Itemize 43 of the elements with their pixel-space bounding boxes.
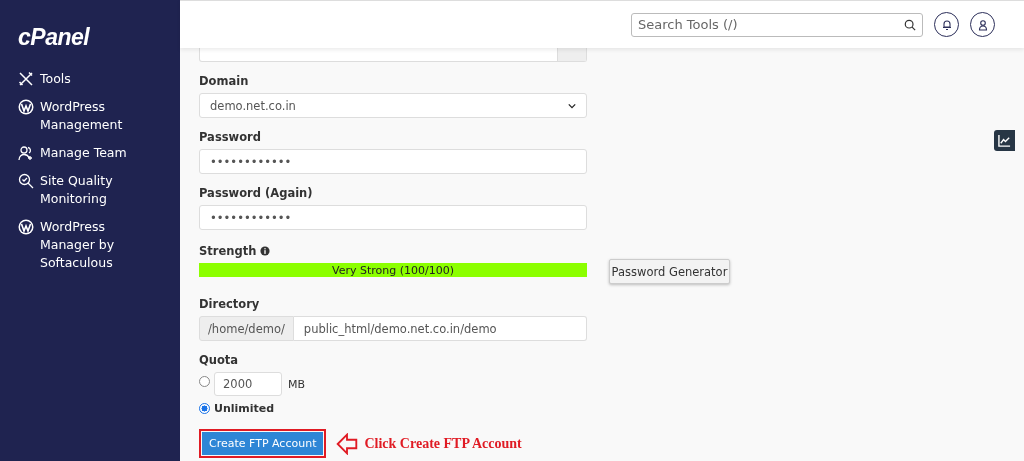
field-label: Strength xyxy=(199,244,257,258)
search-icon xyxy=(904,18,916,31)
field-label: Quota xyxy=(199,353,239,367)
wordpress-icon xyxy=(18,99,34,115)
chart-icon xyxy=(998,134,1011,147)
cpanel-logo: cPanel xyxy=(18,24,90,50)
option-label: Unlimited xyxy=(214,402,275,415)
field-label: Password xyxy=(199,130,261,144)
directory-prefix: /home/demo/ xyxy=(199,316,294,341)
field-label: Password (Again) xyxy=(199,186,313,200)
text-field[interactable] xyxy=(199,48,587,62)
sidebar-item[interactable]: Manage Team xyxy=(18,144,158,162)
radio-button[interactable] xyxy=(199,403,210,414)
radio-button[interactable] xyxy=(199,376,210,387)
field-label: Directory xyxy=(199,297,260,311)
password-field[interactable]: •••••••••••• xyxy=(199,205,587,230)
annotation-text: Click Create FTP Account xyxy=(364,435,522,452)
user-icon xyxy=(976,18,989,31)
wordpress-icon xyxy=(18,219,34,235)
strength-text: Very Strong (100/100) xyxy=(332,263,454,277)
notifications-button[interactable] xyxy=(934,12,959,37)
search-field[interactable]: Search Tools (/) xyxy=(631,12,923,37)
arrow-icon xyxy=(336,432,359,455)
sidebar-item[interactable]: Tools xyxy=(18,70,158,88)
chevron-icon xyxy=(568,102,576,109)
stats-button[interactable] xyxy=(994,130,1015,151)
team-icon xyxy=(18,145,34,161)
field-label: Domain xyxy=(199,74,249,88)
tools-icon xyxy=(18,71,34,87)
sidebar-item[interactable]: Site Quality Monitoring xyxy=(18,172,158,208)
password-field[interactable]: •••••••••••• xyxy=(199,149,587,174)
bell-icon xyxy=(940,18,953,31)
sidebar-item[interactable]: WordPress Manager by Softaculous xyxy=(18,218,158,272)
unit-label: MB xyxy=(288,377,306,391)
sidebar-item[interactable]: WordPress Management xyxy=(18,98,158,134)
magnifier-check-icon xyxy=(18,173,34,189)
domain-select[interactable]: demo.net.co.in xyxy=(199,93,587,118)
user-button[interactable] xyxy=(970,12,995,37)
directory-field[interactable]: public_html/demo.net.co.in/demo xyxy=(293,316,587,341)
create-account-button[interactable]: Create FTP Account xyxy=(202,432,324,455)
info-icon[interactable] xyxy=(260,246,271,256)
password-generator-button[interactable]: Password Generator xyxy=(609,259,730,284)
quota-field[interactable]: 2000 xyxy=(214,372,282,396)
